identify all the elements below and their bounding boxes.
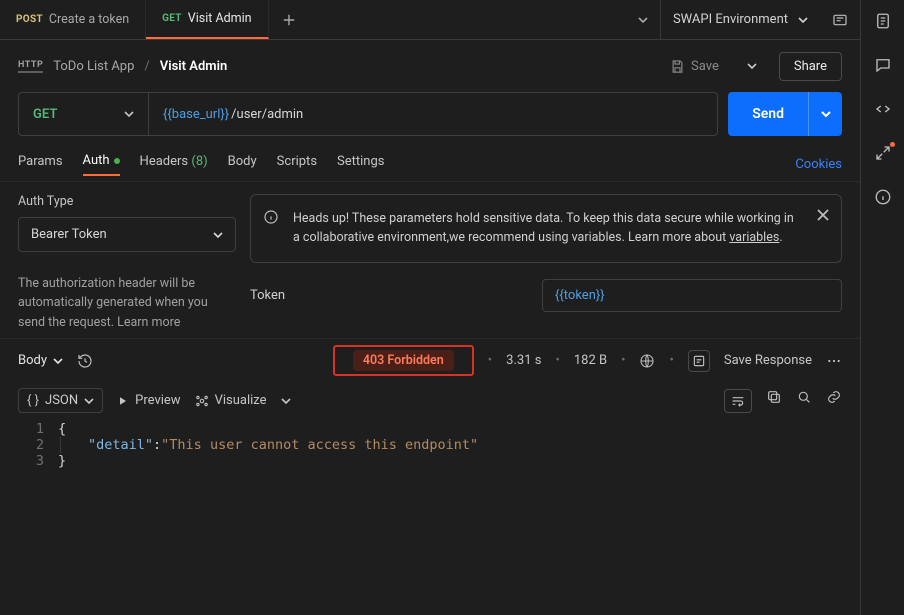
tab-label: Visit Admin bbox=[188, 11, 252, 26]
subtab-settings[interactable]: Settings bbox=[337, 154, 384, 175]
info-icon[interactable] bbox=[874, 188, 892, 206]
copy-response-button[interactable] bbox=[766, 389, 782, 413]
json-brace: } bbox=[58, 453, 66, 469]
info-icon bbox=[263, 209, 279, 225]
response-format-select[interactable]: { } JSON bbox=[18, 388, 103, 413]
response-more-button[interactable] bbox=[826, 353, 842, 369]
save-label: Save bbox=[691, 59, 719, 74]
response-tab-body[interactable]: Body bbox=[18, 353, 63, 368]
link-icon[interactable] bbox=[826, 389, 842, 413]
json-brace: { bbox=[58, 421, 66, 437]
banner-text: Heads up! These parameters hold sensitiv… bbox=[293, 211, 794, 245]
subtab-body[interactable]: Body bbox=[228, 154, 257, 175]
meta-separator: • bbox=[669, 353, 673, 368]
request-header: HTTP ToDo List App / Visit Admin Save Sh… bbox=[0, 40, 860, 92]
json-colon: : bbox=[153, 437, 161, 453]
protocol-badge: HTTP bbox=[18, 60, 43, 73]
visualize-button[interactable]: Visualize bbox=[195, 393, 267, 408]
sensitive-data-banner: Heads up! These parameters hold sensitiv… bbox=[250, 194, 842, 263]
breadcrumb-separator: / bbox=[144, 59, 149, 74]
status-highlight-box: 403 Forbidden bbox=[333, 345, 474, 376]
right-sidebar bbox=[860, 0, 904, 615]
token-input[interactable]: {{token}} bbox=[542, 279, 842, 312]
preview-button[interactable]: Preview bbox=[117, 393, 180, 408]
wrap-lines-button[interactable] bbox=[724, 389, 752, 413]
token-label: Token bbox=[250, 288, 530, 303]
url-variable: {{base_url}} bbox=[163, 107, 229, 122]
url-input[interactable]: {{base_url}} /user/admin bbox=[149, 93, 717, 135]
tab-visit-admin[interactable]: GET Visit Admin bbox=[146, 0, 268, 39]
auth-type-label: Auth Type bbox=[18, 194, 236, 209]
request-tabs: POST Create a token GET Visit Admin SWAP… bbox=[0, 0, 860, 40]
documentation-icon[interactable] bbox=[874, 12, 892, 30]
comments-icon[interactable] bbox=[874, 56, 892, 74]
environment-name: SWAPI Environment bbox=[673, 12, 788, 27]
request-subtabs: Params Auth Headers (8) Body Scripts Set… bbox=[0, 148, 860, 182]
auth-panel: Auth Type Bearer Token The authorization… bbox=[0, 182, 860, 332]
tab-create-token[interactable]: POST Create a token bbox=[0, 0, 146, 39]
subtab-auth-label: Auth bbox=[83, 153, 110, 168]
preview-label: Preview bbox=[135, 393, 180, 408]
save-options-button[interactable] bbox=[739, 61, 765, 71]
breadcrumb-collection[interactable]: ToDo List App bbox=[53, 59, 134, 74]
line-number: 2 bbox=[18, 437, 58, 453]
tabs-overflow-button[interactable] bbox=[626, 0, 660, 39]
json-key: "detail" bbox=[88, 437, 153, 453]
headers-count: (8) bbox=[191, 154, 207, 169]
save-example-icon[interactable] bbox=[688, 350, 710, 372]
environment-quicklook-button[interactable] bbox=[820, 0, 860, 39]
auth-type-select[interactable]: Bearer Token bbox=[18, 217, 236, 252]
breadcrumb-request: Visit Admin bbox=[160, 59, 227, 74]
code-icon[interactable] bbox=[874, 100, 892, 118]
method-badge: GET bbox=[162, 13, 182, 24]
save-button[interactable]: Save bbox=[660, 53, 729, 80]
share-button[interactable]: Share bbox=[779, 52, 842, 81]
line-number: 1 bbox=[18, 421, 58, 437]
cookies-link[interactable]: Cookies bbox=[795, 157, 842, 172]
subtab-scripts[interactable]: Scripts bbox=[277, 154, 317, 175]
auth-active-indicator bbox=[114, 158, 120, 164]
url-bar: GET {{base_url}} /user/admin Send bbox=[0, 92, 860, 148]
send-options-button[interactable] bbox=[808, 92, 842, 136]
send-button[interactable]: Send bbox=[728, 92, 808, 136]
visualize-options-button[interactable] bbox=[281, 396, 291, 406]
meta-separator: • bbox=[621, 353, 625, 368]
save-response-button[interactable]: Save Response bbox=[724, 353, 812, 368]
save-response-label: Save Response bbox=[724, 353, 812, 368]
subtab-params[interactable]: Params bbox=[18, 154, 63, 175]
http-method-value: GET bbox=[33, 107, 57, 122]
variables-link[interactable]: variables bbox=[729, 230, 779, 245]
new-tab-button[interactable] bbox=[269, 0, 309, 39]
http-method-select[interactable]: GET bbox=[19, 93, 149, 135]
meta-separator: • bbox=[555, 353, 559, 368]
response-size: 182 B bbox=[574, 353, 607, 368]
environment-selector[interactable]: SWAPI Environment bbox=[660, 0, 820, 39]
response-time: 3.31 s bbox=[506, 353, 541, 368]
auth-help-text: The authorization header will be automat… bbox=[18, 274, 236, 332]
search-response-button[interactable] bbox=[796, 389, 812, 413]
status-chip: 403 Forbidden bbox=[353, 350, 454, 371]
network-icon[interactable] bbox=[639, 353, 655, 369]
meta-separator: • bbox=[488, 353, 492, 368]
json-string: "This user cannot access this endpoint" bbox=[161, 437, 478, 453]
banner-period: . bbox=[779, 230, 782, 245]
tab-label: Create a token bbox=[49, 12, 129, 27]
subtab-headers-label: Headers bbox=[140, 154, 189, 169]
response-body[interactable]: 1 { 2 "detail": "This user cannot access… bbox=[0, 421, 860, 479]
history-icon[interactable] bbox=[77, 353, 93, 369]
subtab-headers[interactable]: Headers (8) bbox=[140, 154, 208, 175]
response-toolbar: { } JSON Preview Visualize bbox=[0, 382, 860, 421]
response-meta-bar: Body 403 Forbidden • 3.31 s • 182 B • • … bbox=[0, 338, 860, 382]
response-format-value: JSON bbox=[45, 393, 78, 408]
close-banner-button[interactable] bbox=[815, 207, 831, 223]
visualize-label: Visualize bbox=[215, 393, 267, 408]
line-number: 3 bbox=[18, 453, 58, 469]
expand-icon[interactable] bbox=[874, 144, 892, 162]
method-badge: POST bbox=[16, 14, 43, 25]
braces-icon: { } bbox=[27, 393, 39, 408]
response-tab-label: Body bbox=[18, 353, 47, 368]
subtab-auth[interactable]: Auth bbox=[83, 153, 120, 176]
auth-type-value: Bearer Token bbox=[31, 227, 107, 242]
url-path: /user/admin bbox=[231, 107, 303, 122]
